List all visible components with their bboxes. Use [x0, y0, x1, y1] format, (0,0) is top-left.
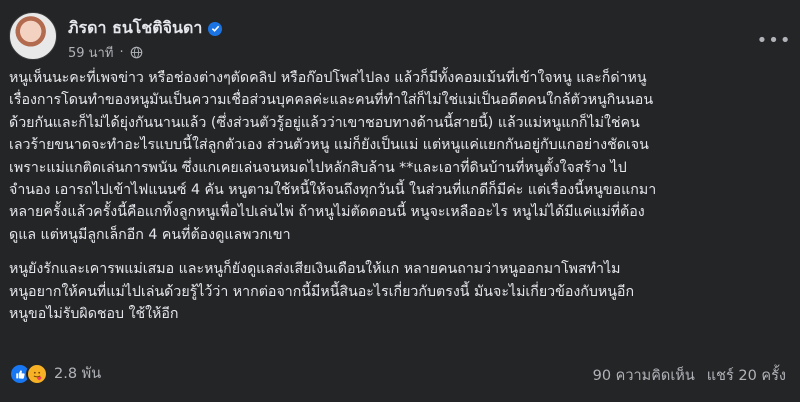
facebook-post: ภิรดา ธนโชติจินดา 59 นาที · ••• หนูเห็นน…: [0, 0, 800, 402]
post-meta: 59 นาที ·: [68, 42, 143, 63]
engagement-stats: 90 ความคิดเห็น แชร์ 20 ครั้ง: [593, 364, 786, 387]
post-paragraph: หนูยังรักและเคารพแม่เสมอ และหนูก็ยังดูแล…: [9, 258, 786, 325]
shares-count-link[interactable]: แชร์ 20 ครั้ง: [707, 364, 786, 387]
text-line: หลายครั้งแล้วครั้งนี้คือแกทิ้งลูกหนูเพื่…: [9, 204, 645, 221]
verified-badge-icon: [208, 21, 223, 36]
comments-count-link[interactable]: 90 ความคิดเห็น: [593, 364, 695, 387]
more-options-icon[interactable]: •••: [757, 28, 791, 52]
text-line: หนูขอไม่รับผิดชอบ ใช้ให้อีก: [9, 306, 179, 323]
author-name[interactable]: ภิรดา ธนโชติจินดา: [68, 16, 202, 41]
text-line: ด้วยกันและก็ไม่ได้ยุ่งกันนานแล้ว (ซึ่งส่…: [9, 114, 640, 131]
post-timestamp[interactable]: 59 นาที: [68, 42, 113, 63]
text-line: ดูแล แต่หนูมีลูกเล็กอีก 4 คนที่ต้องดูแลพ…: [9, 226, 291, 243]
meta-separator: ·: [119, 45, 124, 60]
post-footer: 2.8 พัน 90 ความคิดเห็น แชร์ 20 ครั้ง: [9, 362, 786, 388]
post-paragraph: หนูเห็นนะคะที่เพจข่าว หรือช่องต่างๆตัดคล…: [9, 67, 786, 246]
text-line: หนูเห็นนะคะที่เพจข่าว หรือช่องต่างๆตัดคล…: [9, 70, 647, 86]
public-globe-icon: [130, 46, 142, 59]
text-line: เลวร้ายขนาดจะทำอะไรแบบนี้ใส่ลูกตัวเอง ส่…: [9, 137, 649, 154]
text-line: จำนอง เอารถไปเข้าไฟแนนซ์ 4 คัน หนูตามใช้…: [9, 182, 657, 199]
author-row: ภิรดา ธนโชติจินดา: [68, 16, 223, 41]
author-avatar[interactable]: [9, 12, 57, 60]
reaction-count: 2.8 พัน: [54, 366, 102, 382]
post-header: ภิรดา ธนโชติจินดา 59 นาที · •••: [9, 10, 800, 62]
care-face-icon: [26, 362, 48, 385]
text-line: เรื่องการโดนทำของหนูมันเป็นความเชื่อส่วน…: [9, 92, 654, 109]
text-line: หนูอยากให้คนที่แม่ไปเล่นด้วยรู้ไว้ว่า หา…: [9, 283, 635, 300]
text-line: หนูยังรักและเคารพแม่เสมอ และหนูก็ยังดูแล…: [9, 261, 621, 278]
post-content: หนูเห็นนะคะที่เพจข่าว หรือช่องต่างๆตัดคล…: [9, 67, 786, 325]
text-line: เพราะแม่แกติดเล่นการพนัน ซึ่งแกเคยเล่นจน…: [9, 159, 627, 176]
reactions-summary[interactable]: 2.8 พัน: [9, 362, 101, 385]
